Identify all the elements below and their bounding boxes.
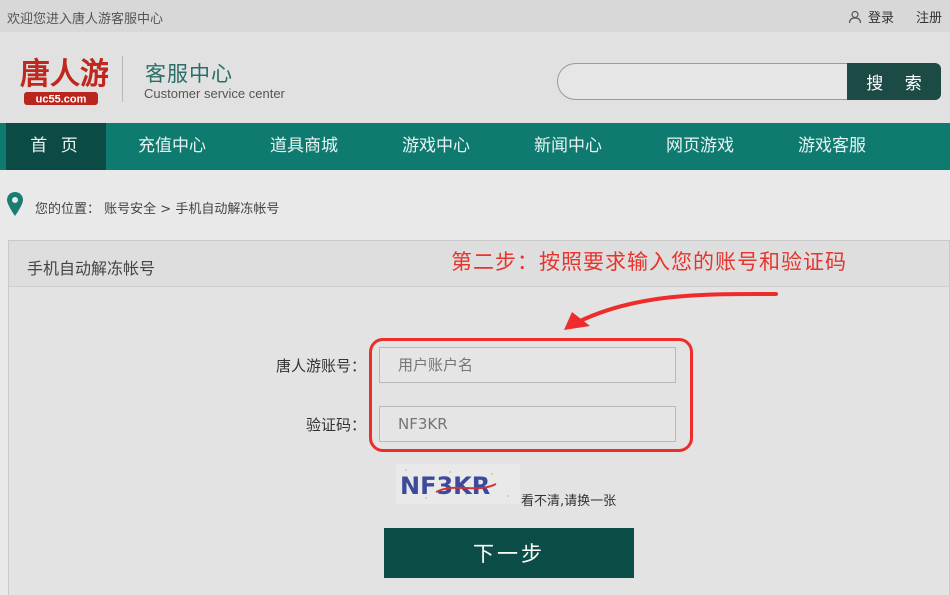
next-step-button[interactable]: 下一步 (384, 528, 634, 578)
page-subtitle: Customer service center (144, 86, 285, 101)
logo-divider (122, 56, 123, 102)
panel-title: 手机自动解冻帐号 (27, 259, 156, 278)
step-instruction: 第二步：按照要求输入您的账号和验证码 (451, 250, 847, 274)
nav-item-game-support[interactable]: 游戏客服 (766, 123, 898, 170)
register-link[interactable]: 注册 (916, 7, 942, 26)
search-box: 搜 索 (557, 63, 941, 100)
site-logo[interactable]: 唐人游 uc55.com (18, 42, 108, 108)
main-nav: 首 页 充值中心 道具商城 游戏中心 新闻中心 网页游戏 游戏客服 (0, 123, 950, 170)
nav-item-item-mall[interactable]: 道具商城 (238, 123, 370, 170)
nav-item-web-games[interactable]: 网页游戏 (634, 123, 766, 170)
header: 唐人游 uc55.com 客服中心 Customer service cente… (0, 32, 950, 123)
top-bar: 欢迎您进入唐人游客服中心 登录 注册 (0, 0, 950, 32)
search-button[interactable]: 搜 索 (847, 63, 941, 100)
location-pin-icon (7, 192, 23, 216)
svg-text:uc55.com: uc55.com (36, 94, 87, 106)
breadcrumb-prefix: 您的位置： (35, 202, 101, 217)
svg-text:唐人游: 唐人游 (20, 57, 108, 92)
welcome-text: 欢迎您进入唐人游客服中心 (7, 12, 164, 27)
refresh-captcha-link[interactable]: 看不清,请换一张 (521, 490, 616, 509)
breadcrumb-text: 您的位置： 账号安全 > 手机自动解冻帐号 (35, 198, 279, 217)
account-input[interactable] (379, 347, 676, 383)
nav-item-game-center[interactable]: 游戏中心 (370, 123, 502, 170)
breadcrumb-path[interactable]: 账号安全 > 手机自动解冻帐号 (104, 202, 279, 217)
search-input[interactable] (557, 63, 847, 100)
captcha-label: 验证码： (305, 416, 366, 434)
breadcrumb: 您的位置： 账号安全 > 手机自动解冻帐号 (0, 170, 950, 240)
captcha-image[interactable]: NF3KR (396, 464, 520, 504)
nav-item-home[interactable]: 首 页 (6, 123, 106, 170)
captcha-input[interactable] (379, 406, 676, 442)
page-title: 客服中心 (145, 62, 233, 86)
svg-text:NF3KR: NF3KR (400, 472, 490, 500)
account-links: 登录 注册 (848, 7, 942, 26)
nav-item-news[interactable]: 新闻中心 (502, 123, 634, 170)
user-icon (848, 10, 862, 23)
account-label: 唐人游账号： (275, 357, 366, 375)
login-link[interactable]: 登录 (868, 7, 894, 26)
nav-item-recharge[interactable]: 充值中心 (106, 123, 238, 170)
